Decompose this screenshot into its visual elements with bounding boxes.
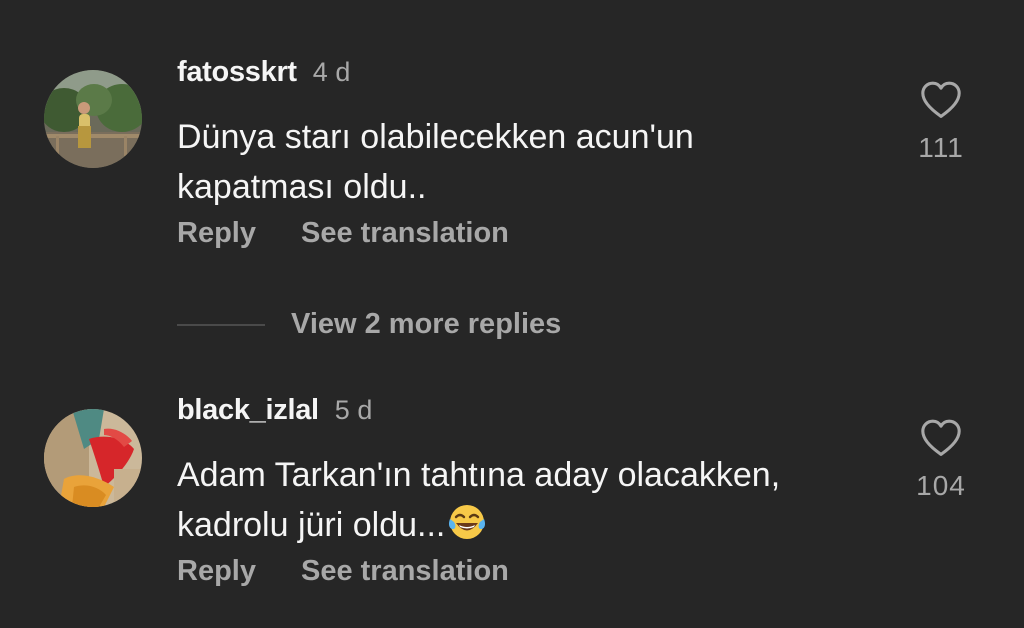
timestamp: 5 d <box>334 395 373 425</box>
face-with-tears-of-joy-icon <box>449 505 486 539</box>
like-control: 104 <box>905 418 977 502</box>
see-translation-button[interactable]: See translation <box>301 555 509 588</box>
timestamp: 4 d <box>312 57 351 87</box>
avatar[interactable] <box>44 70 142 168</box>
like-count: 111 <box>918 132 964 163</box>
avatar-photo <box>44 70 142 168</box>
avatar[interactable] <box>44 409 142 507</box>
comment-text-container: Adam Tarkan'ın tahtına aday olacakken, k… <box>177 450 857 550</box>
avatar-photo <box>44 409 142 507</box>
reply-button[interactable]: Reply <box>177 555 256 588</box>
comments-panel: fatosskrt 4 d Dünya starı olabilecekken … <box>0 0 1024 628</box>
heart-icon[interactable] <box>919 418 963 458</box>
comment-text: Dünya starı olabilecekken acun'un kapatm… <box>177 118 694 206</box>
username[interactable]: fatosskrt <box>177 56 297 89</box>
see-translation-button[interactable]: See translation <box>301 217 509 250</box>
like-count: 104 <box>916 470 966 501</box>
view-more-replies-label: View 2 more replies <box>291 308 562 340</box>
like-control: 111 <box>905 80 977 164</box>
reply-button[interactable]: Reply <box>177 217 256 250</box>
view-more-replies-button[interactable]: View 2 more replies <box>177 308 561 341</box>
divider-line <box>177 323 265 326</box>
comment-header: black_izlal 5 d <box>177 394 372 427</box>
heart-icon[interactable] <box>919 80 963 120</box>
username[interactable]: black_izlal <box>177 394 319 427</box>
comment-actions: Reply See translation <box>177 555 509 588</box>
comment-actions: Reply See translation <box>177 217 509 250</box>
comment-header: fatosskrt 4 d <box>177 56 350 89</box>
